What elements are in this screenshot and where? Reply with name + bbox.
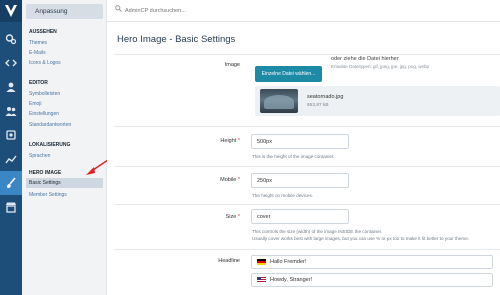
headline-label: Headline: [218, 258, 240, 264]
sidebar-section-lokalisierung: LOKALISIERUNG: [29, 142, 71, 148]
group-icon[interactable]: [0, 123, 22, 147]
mobile-hint: The height on mobile devices.: [252, 193, 314, 198]
image-label: Image: [224, 62, 240, 68]
sidebar: Anpassung AUSSEHEN Themes E-Mails Icons …: [22, 0, 121, 295]
gears-icon[interactable]: [0, 27, 22, 51]
headline-phrase-en[interactable]: Howdy, Stranger!: [251, 273, 493, 287]
users-icon[interactable]: [0, 99, 22, 123]
size-label: Size *: [225, 214, 240, 220]
german-flag-icon: [257, 259, 266, 265]
choose-file-button[interactable]: Einzelne Datei wählen...: [255, 66, 322, 82]
sidebar-item-sprachen[interactable]: Sprachen: [29, 153, 50, 159]
sidebar-item-themes[interactable]: Themes: [29, 40, 47, 46]
height-hint: This is the height of the image containe…: [252, 154, 335, 159]
chart-icon[interactable]: [0, 147, 22, 171]
us-flag-icon: [257, 277, 266, 283]
paintbrush-icon[interactable]: [0, 171, 22, 195]
page-title: Hero Image - Basic Settings: [117, 34, 236, 45]
sidebar-title[interactable]: Anpassung: [26, 4, 103, 19]
size-hint-1: This controls the size (width) of the im…: [252, 229, 383, 234]
divider: [114, 126, 500, 127]
top-search-bar: [107, 0, 500, 22]
drop-hint: oder ziehe die Datei hierher: [331, 56, 399, 62]
height-input[interactable]: [251, 134, 349, 149]
user-icon[interactable]: [0, 75, 22, 99]
admin-search-input[interactable]: [125, 3, 425, 19]
sidebar-item-icons-logos[interactable]: Icons & Logos: [29, 60, 61, 66]
sidebar-section-editor: EDITOR: [29, 80, 48, 86]
height-label: Height *: [220, 138, 240, 144]
uploaded-file-card[interactable]: seatornado.jpg 653,87 kB: [255, 86, 500, 116]
allowed-file-types: Erlaubte Dateitypen: gif, jpeg, jpe, jpg…: [331, 64, 430, 69]
size-hint-2: Usually cover works best with large imag…: [252, 236, 470, 241]
mobile-input[interactable]: [251, 173, 349, 188]
headline-phrase-de[interactable]: Hallo Fremder!: [251, 255, 493, 269]
sidebar-item-symbolleisten[interactable]: Symbolleisten: [29, 91, 60, 97]
shop-icon[interactable]: [0, 195, 22, 219]
sidebar-item-member-settings[interactable]: Member Settings: [29, 192, 67, 198]
file-name: seatornado.jpg: [307, 94, 344, 100]
sidebar-item-standardantworten[interactable]: Standardantworten: [29, 122, 71, 128]
divider: [114, 249, 500, 250]
sidebar-item-emails[interactable]: E-Mails: [29, 50, 46, 56]
main-content: Hero Image - Basic Settings Image Einzel…: [107, 22, 500, 295]
file-size: 653,87 kB: [307, 103, 329, 108]
code-icon[interactable]: [0, 51, 22, 75]
sidebar-section-hero-image: HERO IMAGE: [29, 170, 62, 176]
search-icon: [115, 5, 122, 12]
size-input[interactable]: [251, 209, 349, 224]
divider: [114, 204, 500, 205]
logo-icon[interactable]: [0, 0, 22, 22]
sidebar-section-aussehen: AUSSEHEN: [29, 29, 57, 35]
sidebar-item-einstellungen[interactable]: Einstellungen: [29, 111, 59, 117]
divider: [114, 54, 500, 55]
icon-rail: [0, 0, 22, 295]
sidebar-item-emoji[interactable]: Emoji: [29, 101, 42, 107]
mobile-label: Mobile *: [220, 177, 240, 183]
divider: [114, 166, 500, 167]
file-thumbnail: [260, 89, 298, 113]
